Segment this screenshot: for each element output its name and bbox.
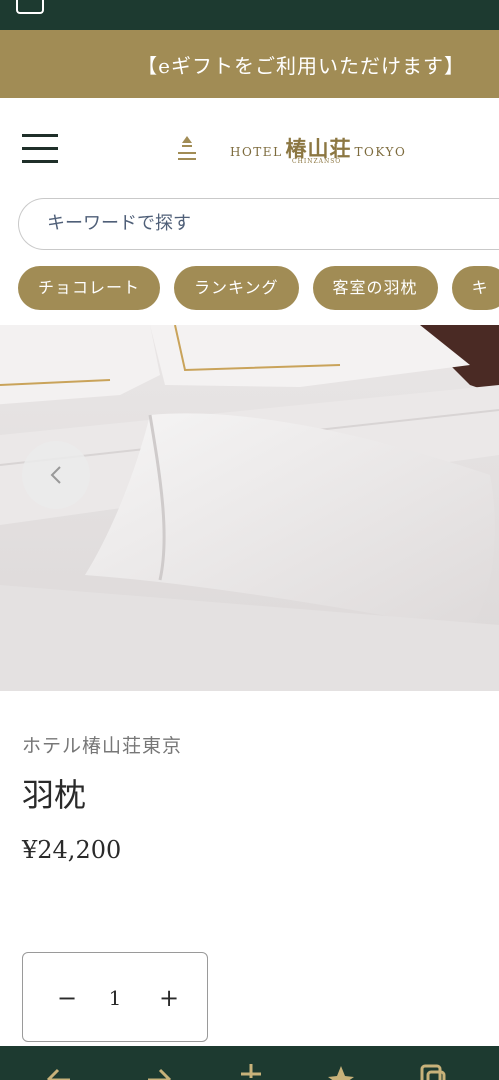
logo[interactable]: HOTEL 椿山荘 TOKYO CHINZANSO [176, 128, 406, 168]
product-brand: ホテル椿山荘東京 [22, 735, 183, 757]
nav-copy-icon[interactable] [418, 1064, 448, 1080]
chip-partial[interactable]: キ [451, 266, 499, 310]
logo-prefix: HOTEL [230, 145, 283, 159]
product-title: 羽枕 [22, 776, 87, 814]
bottom-nav [0, 1046, 499, 1080]
chip-ranking[interactable]: ランキング [174, 266, 299, 310]
nav-home-icon[interactable] [236, 1064, 266, 1080]
product-price: ¥24,200 [22, 836, 122, 864]
chevron-left-icon [50, 466, 61, 484]
search-input[interactable] [19, 199, 459, 247]
prev-image-button[interactable] [22, 441, 90, 509]
logo-mark-icon [176, 134, 198, 162]
search-bar [18, 198, 499, 250]
logo-text: HOTEL 椿山荘 TOKYO CHINZANSO [230, 133, 407, 165]
logo-suffix: TOKYO [354, 145, 407, 159]
quantity-stepper: − 1 + [22, 952, 208, 1042]
quantity-plus-button[interactable]: + [149, 981, 189, 1015]
logo-sub: CHINZANSO [292, 158, 342, 165]
site-header: HOTEL 椿山荘 TOKYO CHINZANSO [0, 98, 499, 198]
nav-star-icon[interactable] [326, 1064, 356, 1080]
nav-back-icon[interactable] [44, 1064, 74, 1080]
product-image[interactable] [0, 325, 499, 691]
top-strip [0, 0, 499, 30]
chip-room-pillow[interactable]: 客室の羽枕 [312, 266, 438, 310]
quantity-value[interactable]: 1 [95, 981, 135, 1015]
pillow-photo [0, 325, 499, 691]
menu-icon[interactable] [22, 134, 58, 164]
nav-forward-icon[interactable] [144, 1064, 174, 1080]
partial-icon [16, 0, 44, 14]
quantity-minus-button[interactable]: − [47, 981, 87, 1015]
category-chips: チョコレート ランキング 客室の羽枕キ [18, 266, 499, 312]
banner-text: 【eギフトをご利用いただけます】 [137, 53, 465, 78]
egift-banner[interactable]: 【eギフトをご利用いただけます】 [0, 30, 499, 98]
chip-chocolate[interactable]: チョコレート [18, 266, 161, 310]
